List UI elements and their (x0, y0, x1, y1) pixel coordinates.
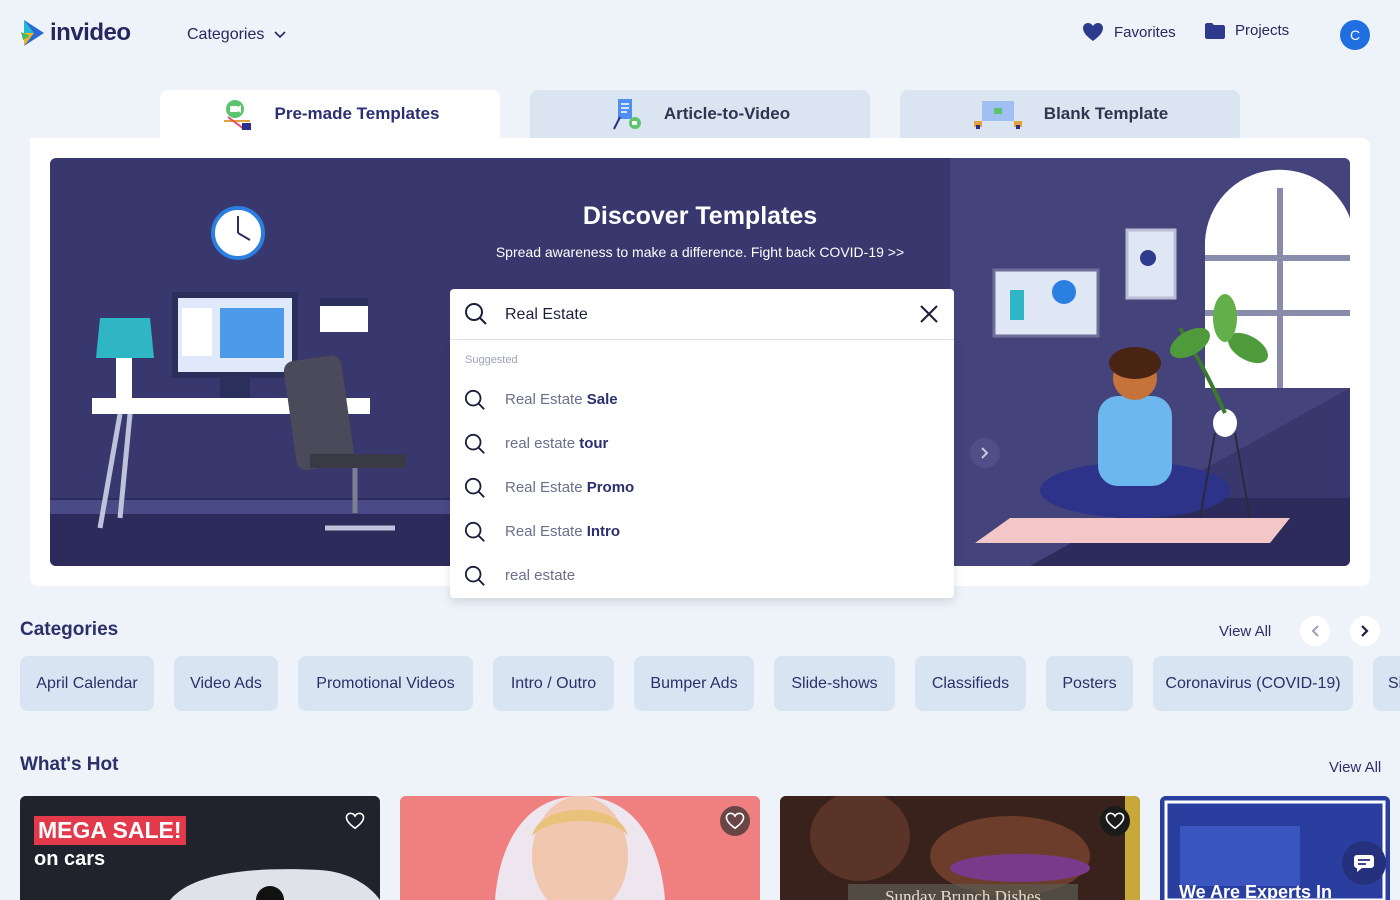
logo-text: invideo (50, 19, 131, 46)
suggestion-text: Real Estate Sale (505, 391, 618, 408)
article-to-video-icon (612, 99, 641, 130)
tab-blank-template[interactable]: Blank Template (900, 90, 1240, 138)
favorites-link[interactable]: Favorites (1082, 22, 1176, 42)
search-icon (464, 477, 485, 498)
heart-outline-icon (1105, 812, 1125, 830)
tab-article-to-video-label: Article-to-Video (663, 104, 791, 123)
template-thumbnail (400, 796, 760, 900)
suggestion-bold: tour (579, 435, 609, 452)
close-icon (920, 305, 938, 323)
suggestion-item[interactable]: Real Estate Promo (450, 468, 954, 508)
search-icon (464, 433, 485, 454)
whats-hot-view-all-link[interactable]: View All (1329, 759, 1381, 776)
chevron-right-icon (981, 447, 989, 459)
suggestion-bold: Intro (586, 523, 621, 540)
search-icon (464, 521, 485, 542)
banner-title: Discover Templates (582, 202, 818, 230)
clear-search-button[interactable] (918, 303, 940, 325)
top-header: invideo Categories Favorites Projects C (0, 0, 1400, 72)
whats-hot-title: What's Hot (20, 754, 119, 775)
chevron-left-icon (1311, 625, 1319, 637)
search-icon (464, 389, 485, 410)
template-card[interactable]: MEGA SALE! on cars (20, 796, 380, 900)
chat-support-button[interactable] (1342, 841, 1386, 885)
suggestion-item[interactable]: Real Estate Intro (450, 512, 954, 552)
suggestion-prefix: real estate (505, 435, 580, 452)
categories-dropdown-label: Categories (187, 26, 265, 43)
category-chip[interactable]: Video Ads (174, 656, 278, 711)
categories-next-button[interactable] (1350, 616, 1380, 646)
tab-article-to-video[interactable]: Article-to-Video (530, 90, 870, 138)
search-input[interactable] (505, 302, 885, 328)
category-chip[interactable]: April Calendar (20, 656, 154, 711)
tab-blank-template-label: Blank Template (1043, 104, 1169, 123)
favorites-label: Favorites (1114, 23, 1176, 41)
suggestion-prefix: real estate (505, 567, 576, 584)
folder-icon (1205, 22, 1225, 39)
categories-title: Categories (20, 619, 119, 640)
category-chip[interactable]: Coronavirus (COVID-19) (1153, 656, 1353, 711)
banner-next-button[interactable] (970, 438, 1000, 468)
favorite-button[interactable] (1100, 806, 1130, 836)
favorite-button[interactable] (340, 806, 370, 836)
tab-pre-made-templates-label: Pre-made Templates (274, 104, 440, 123)
search-icon (465, 303, 487, 325)
categories-prev-button[interactable] (1300, 616, 1330, 646)
categories-dropdown[interactable]: Categories (187, 26, 286, 44)
suggested-label: Suggested (465, 354, 518, 366)
projects-link[interactable]: Projects (1205, 22, 1289, 39)
chat-icon (1354, 855, 1374, 872)
category-chip[interactable]: Intro / Outro (493, 656, 614, 711)
pre-made-templates-icon (224, 100, 252, 130)
template-card[interactable] (400, 796, 760, 900)
category-chip[interactable]: Classifieds (915, 656, 1026, 711)
template-search-box (450, 289, 954, 340)
suggestion-text: real estate (505, 567, 575, 584)
search-icon (464, 565, 485, 586)
suggestion-item[interactable]: real estate tour (450, 424, 954, 464)
chevron-right-icon (1361, 625, 1369, 637)
suggestion-item[interactable]: Real Estate Sale (450, 380, 954, 420)
suggestion-text: real estate tour (505, 435, 608, 452)
heart-outline-icon (345, 812, 365, 830)
tab-pre-made-templates[interactable]: Pre-made Templates (160, 90, 500, 138)
suggestion-prefix: Real Estate (505, 479, 587, 496)
suggestion-prefix: Real Estate (505, 391, 587, 408)
banner-subtitle-link[interactable]: Spread awareness to make a difference. F… (50, 244, 1350, 260)
blank-template-icon (973, 101, 1022, 129)
suggestion-bold: Promo (586, 479, 635, 496)
card-caption: Sunday Brunch Dishes (848, 884, 1078, 900)
card-subheadline: on cars (34, 848, 106, 870)
card-headline: MEGA SALE! (34, 816, 186, 845)
search-suggestions-dropdown: Suggested Real Estate Sale real estate t… (450, 340, 954, 598)
suggestion-text: Real Estate Promo (505, 479, 634, 496)
card-headline: We Are Experts In (1179, 882, 1333, 900)
suggestion-prefix: Real Estate (505, 523, 587, 540)
heart-outline-icon (725, 812, 745, 830)
user-avatar[interactable]: C (1340, 20, 1370, 50)
category-chip[interactable]: Bumper Ads (634, 656, 754, 711)
suggestion-item[interactable]: real estate (450, 556, 954, 596)
category-chip[interactable]: Slide-shows (774, 656, 895, 711)
categories-view-all-link[interactable]: View All (1219, 623, 1271, 640)
suggestion-bold: Sale (586, 391, 618, 408)
projects-label: Projects (1235, 22, 1290, 39)
template-card[interactable]: Sunday Brunch Dishes (780, 796, 1140, 900)
category-chip[interactable]: Si (1373, 656, 1400, 711)
category-chip[interactable]: Promotional Videos (298, 656, 473, 711)
logo-mark-icon (21, 20, 44, 46)
heart-icon (1083, 23, 1103, 41)
category-chip[interactable]: Posters (1046, 656, 1133, 711)
chevron-down-icon (274, 31, 286, 39)
favorite-button[interactable] (720, 806, 750, 836)
invideo-logo[interactable]: invideo (20, 18, 131, 48)
suggestion-text: Real Estate Intro (505, 523, 620, 540)
